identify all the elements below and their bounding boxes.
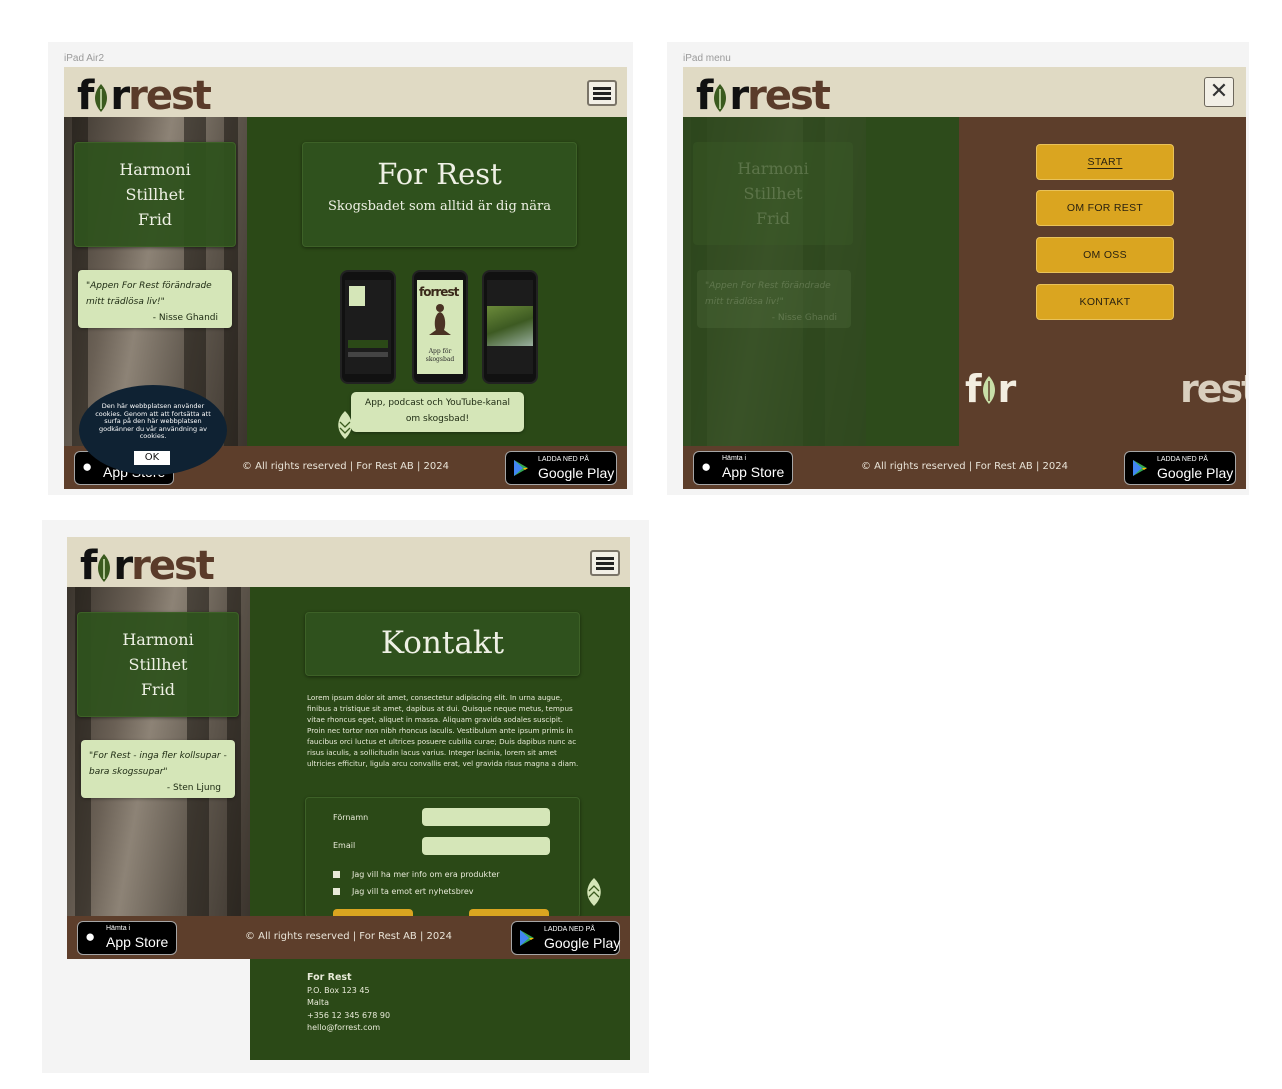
phone-logo: forrest	[419, 285, 459, 299]
menu-item-start[interactable]: START	[1036, 144, 1174, 180]
dimmed-quote: "Appen For Rest förändrade mitt trädlösa…	[697, 270, 851, 328]
first-name-input[interactable]	[422, 808, 550, 826]
address-box: P.O. Box 123 45	[307, 985, 370, 995]
hero-subtitle: Skogsbadet som alltid är dig nära	[327, 199, 552, 214]
google-play-button[interactable]: LADDA NED PÅ Google Play	[511, 921, 620, 955]
leaf-logo-icon	[95, 84, 108, 112]
phone-mockup-youtube	[482, 270, 538, 384]
quote-author: - Sten Ljung	[166, 783, 221, 793]
site-header: f rrest	[67, 537, 630, 587]
cookie-ok-button[interactable]: OK	[134, 451, 170, 465]
address-phone[interactable]: +356 12 345 678 90	[307, 1010, 390, 1023]
tagline: Frid	[137, 210, 173, 229]
tagline: Stillhet	[128, 655, 188, 674]
menu-item-om-oss[interactable]: OM OSS	[1036, 237, 1174, 273]
google-play-button[interactable]: LADDA NED PÅ Google Play	[505, 451, 617, 485]
testimonial-quote: "Appen For Rest förändrade mitt trädlösa…	[78, 270, 232, 328]
phone-mockup-app: forrest App för skogsbad	[412, 270, 468, 384]
product-info-checkbox[interactable]	[333, 871, 340, 878]
frame-label: iPad Air2	[64, 53, 105, 64]
menu-item-kontakt[interactable]: KONTAKT	[1036, 284, 1174, 320]
apple-icon: ●	[85, 927, 96, 946]
quote-author: - Nisse Ghandi	[152, 313, 218, 323]
address-company: For Rest	[307, 972, 352, 983]
contact-body-text: Lorem ipsum dolor sit amet, consectetur …	[307, 693, 579, 768]
app-store-button[interactable]: Hämta i ● App Store	[693, 451, 793, 485]
menu-logo-right: rest	[1180, 370, 1246, 408]
phone-mockup-podcast	[340, 270, 396, 384]
google-play-icon	[514, 460, 528, 476]
copyright: © All rights reserved | For Rest AB | 20…	[861, 461, 1068, 472]
tagline: Stillhet	[125, 185, 185, 204]
hero-card: For Rest Skogsbadet som alltid är dig nä…	[302, 142, 577, 247]
contact-title: Kontakt	[380, 625, 505, 661]
tagline: Harmoni	[119, 160, 191, 179]
email-label: Email	[333, 841, 356, 850]
newsletter-label: Jag vill ta emot ert nyhetsbrev	[352, 887, 474, 896]
contact-address: For Rest P.O. Box 123 45 Malta +356 12 3…	[307, 972, 390, 1035]
site-footer: Hämta i ● App Store © All rights reserve…	[67, 916, 630, 959]
testimonial-quote: "For Rest - inga fler kollsupar - bara s…	[81, 740, 235, 798]
address-country: Malta	[307, 998, 330, 1007]
leaf-logo-icon	[98, 554, 111, 582]
dimmed-tagline-card: Harmoni Stillhet Frid	[693, 142, 853, 245]
apple-icon: ●	[82, 457, 93, 476]
tagline-card: Harmoni Stillhet Frid	[74, 142, 236, 247]
leaf-scroll-up-icon[interactable]	[584, 877, 604, 907]
meditation-figure-icon	[429, 304, 451, 335]
leaf-scroll-icon[interactable]	[335, 410, 355, 440]
leaf-logo-icon	[714, 84, 727, 112]
address-email[interactable]: hello@forrest.com	[307, 1022, 390, 1035]
hero-title: For Rest	[377, 157, 502, 191]
app-store-button[interactable]: Hämta i ● App Store	[77, 921, 177, 955]
site-header: f rrest	[64, 67, 627, 117]
first-name-label: Förnamn	[333, 813, 369, 822]
logo[interactable]: f rrest	[77, 76, 212, 116]
menu-item-om-for-rest[interactable]: OM FOR REST	[1036, 190, 1174, 226]
copyright: © All rights reserved | For Rest AB | 20…	[242, 461, 449, 472]
google-play-button[interactable]: LADDA NED PÅ Google Play	[1124, 451, 1236, 485]
close-menu-icon[interactable]: ✕	[1204, 77, 1234, 107]
tagline: Frid	[140, 680, 176, 699]
frame-label: iPad menu	[683, 53, 731, 64]
cookie-text: Den här webbplatsen använder cookies. Ge…	[95, 402, 211, 440]
leaf-logo-icon	[982, 376, 995, 404]
apple-icon: ●	[701, 457, 712, 476]
product-info-label: Jag vill ha mer info om era produkter	[352, 870, 500, 879]
logo[interactable]: f rrest	[696, 76, 831, 116]
phone-caption: App för skogsbad	[425, 348, 455, 363]
hamburger-menu-icon[interactable]	[590, 550, 620, 576]
menu-logo-left: fr	[965, 367, 1016, 411]
tagline: Harmoni	[122, 630, 194, 649]
contact-form: Förnamn Email Jag vill ha mer info om er…	[305, 797, 580, 918]
site-header: f rrest ✕	[683, 67, 1246, 117]
quote-text: "For Rest - inga fler kollsupar - bara s…	[89, 751, 227, 777]
hamburger-menu-icon[interactable]	[587, 80, 617, 106]
google-play-icon	[520, 930, 534, 946]
quote-text: "Appen For Rest förändrade mitt trädlösa…	[86, 281, 212, 307]
site-footer: Hämta i ● App Store © All rights reserve…	[683, 446, 1246, 489]
newsletter-checkbox[interactable]	[333, 888, 340, 895]
contact-title-card: Kontakt	[305, 612, 580, 676]
google-play-icon	[1133, 460, 1147, 476]
promo-bubble: App, podcast och YouTube-kanal om skogsb…	[351, 392, 524, 432]
email-input[interactable]	[422, 837, 550, 855]
tagline-card: Harmoni Stillhet Frid	[77, 612, 239, 717]
copyright: © All rights reserved | For Rest AB | 20…	[245, 931, 452, 942]
logo[interactable]: f rrest	[80, 546, 215, 586]
